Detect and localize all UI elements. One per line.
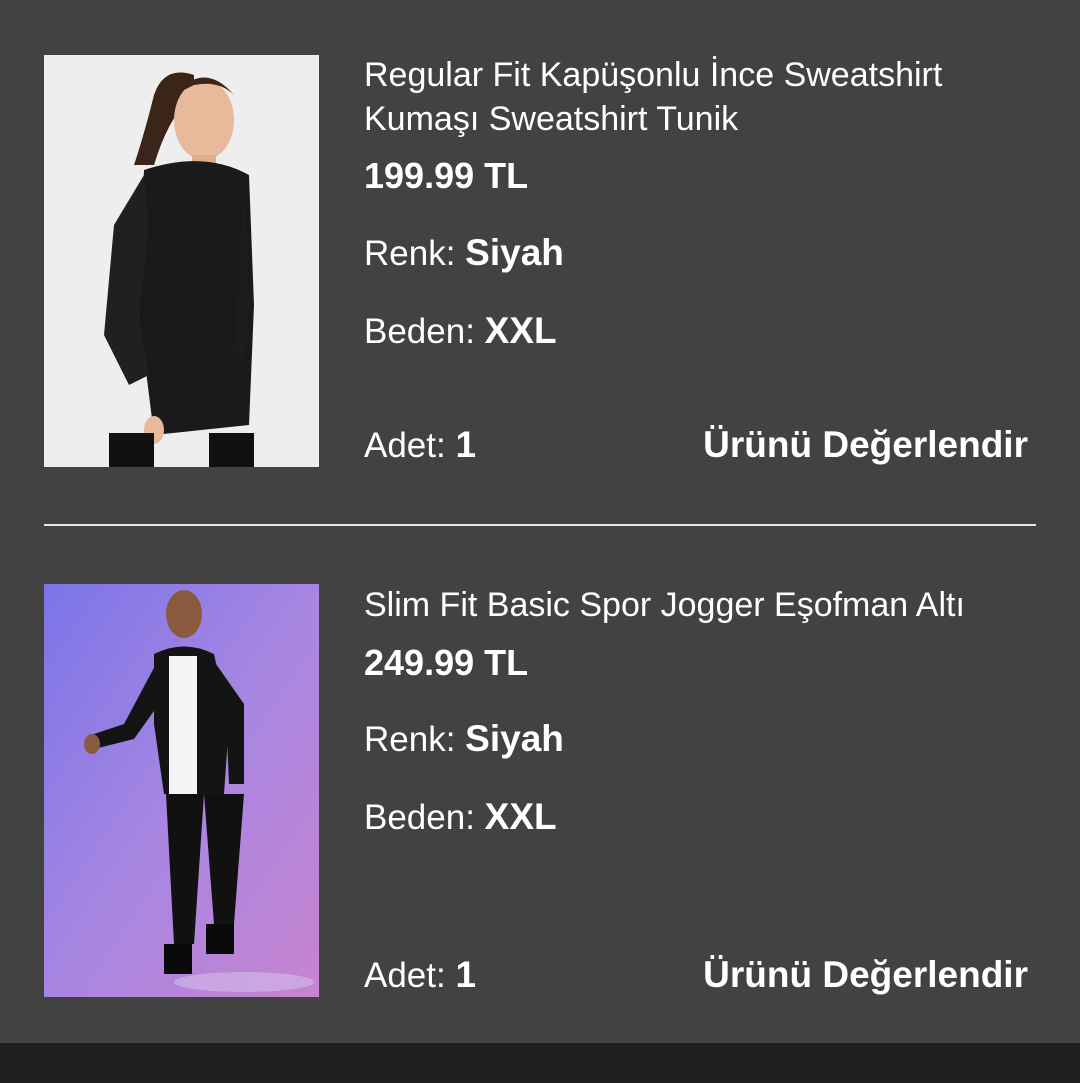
size-label: Beden: bbox=[364, 798, 485, 837]
bottom-bar bbox=[0, 1043, 1080, 1083]
color-value: Siyah bbox=[465, 232, 564, 273]
quantity-label: Adet: bbox=[364, 956, 456, 995]
order-item: Regular Fit Kapüşonlu İnce Sweatshirt Ku… bbox=[0, 0, 1080, 525]
product-quantity: Adet: 1 bbox=[364, 424, 476, 466]
product-size: Beden: XXL bbox=[364, 310, 557, 352]
size-value: XXL bbox=[484, 796, 557, 837]
rate-product-button[interactable]: Ürünü Değerlendir bbox=[703, 954, 1028, 996]
color-label: Renk: bbox=[364, 720, 466, 759]
product-quantity: Adet: 1 bbox=[364, 954, 476, 996]
product-size: Beden: XXL bbox=[364, 796, 557, 838]
quantity-value: 1 bbox=[455, 954, 477, 995]
product-color: Renk: Siyah bbox=[364, 718, 564, 760]
color-label: Renk: bbox=[364, 234, 466, 273]
size-value: XXL bbox=[484, 310, 557, 351]
product-title[interactable]: Regular Fit Kapüşonlu İnce Sweatshirt Ku… bbox=[364, 53, 1044, 141]
product-image[interactable] bbox=[44, 584, 319, 997]
product-price: 199.99 TL bbox=[364, 155, 529, 196]
product-title[interactable]: Slim Fit Basic Spor Jogger Eşofman Altı bbox=[364, 583, 1044, 627]
quantity-value: 1 bbox=[455, 424, 477, 465]
product-color: Renk: Siyah bbox=[364, 232, 564, 274]
quantity-label: Adet: bbox=[364, 426, 456, 465]
product-price: 249.99 TL bbox=[364, 642, 529, 683]
order-item: Slim Fit Basic Spor Jogger Eşofman Altı … bbox=[0, 526, 1080, 1043]
product-image[interactable] bbox=[44, 55, 319, 467]
color-value: Siyah bbox=[465, 718, 564, 759]
rate-product-button[interactable]: Ürünü Değerlendir bbox=[703, 424, 1028, 466]
size-label: Beden: bbox=[364, 312, 485, 351]
